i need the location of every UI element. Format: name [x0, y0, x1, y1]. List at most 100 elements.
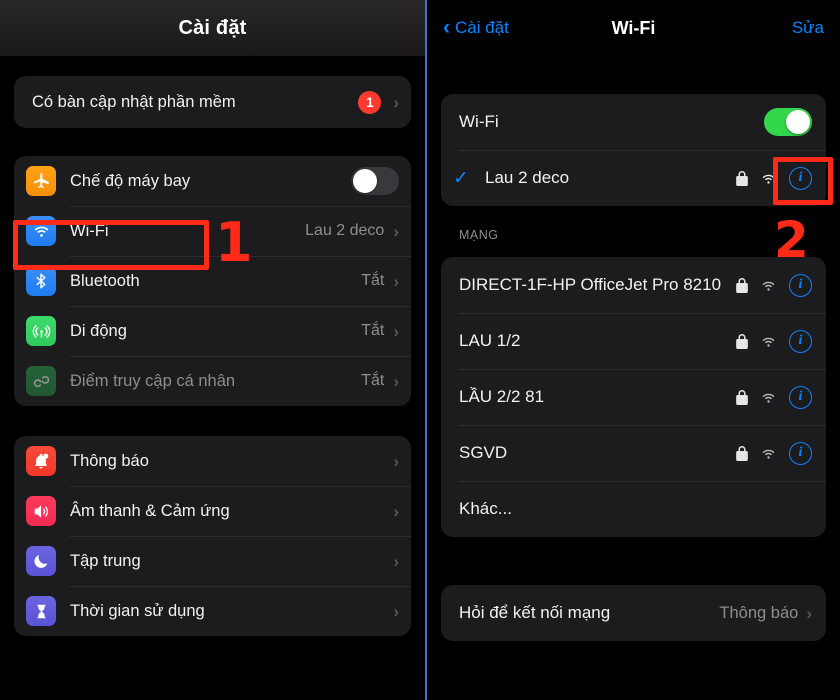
settings-row-label: Tập trung [70, 551, 141, 570]
network-info-button[interactable]: i [789, 329, 812, 353]
connected-network-name: Lau 2 deco [485, 167, 570, 187]
back-button-label: Cài đặt [455, 18, 509, 37]
toggle-knob [353, 169, 377, 193]
settings-row-label: Bluetooth [70, 271, 140, 290]
hourglass-icon [26, 596, 56, 626]
lock-icon [736, 445, 748, 461]
chevron-right-icon: › [393, 371, 399, 391]
bell-icon [26, 446, 56, 476]
network-status-icons: i [736, 441, 812, 465]
toggle-knob [786, 110, 810, 134]
available-networks-card: DIRECT-1F-HP OfficeJet Pro 8210 i LAU 1/… [441, 257, 826, 537]
network-status-icons: i [736, 385, 812, 409]
settings-row-bluetooth[interactable]: Bluetooth Tắt › [14, 256, 411, 306]
settings-row-focus[interactable]: Tập trung › [14, 536, 411, 586]
settings-row-label: Wi-Fi [70, 221, 109, 240]
lock-icon [736, 170, 748, 186]
settings-body: Có bàn cập nhật phần mềm 1 › Chế độ máy … [0, 76, 425, 636]
bluetooth-icon [26, 266, 56, 296]
settings-row-label: Có bàn cập nhật phần mềm [32, 92, 236, 111]
network-name: SGVD [459, 442, 508, 462]
settings-row-software-update[interactable]: Có bàn cập nhật phần mềm 1 › [14, 76, 411, 128]
network-name: DIRECT-1F-HP OfficeJet Pro 8210 [459, 274, 722, 294]
page-title: Cài đặt [178, 16, 247, 39]
chevron-left-icon: ‹ [443, 15, 450, 39]
network-row-other[interactable]: Khác... [441, 481, 826, 537]
cellular-icon [26, 316, 56, 346]
network-name: LAU 1/2 [459, 330, 521, 350]
wifi-toggle-label: Wi-Fi [459, 111, 499, 131]
network-status-icons: i [736, 329, 812, 353]
hotspot-icon [26, 366, 56, 396]
update-badge: 1 [358, 90, 382, 114]
settings-row-personal-hotspot[interactable]: Điểm truy cập cá nhân Tắt › [14, 356, 411, 406]
settings-row-airplane-mode[interactable]: Chế độ máy bay [14, 156, 411, 206]
network-row[interactable]: LẦU 2/2 81 i [441, 369, 826, 425]
wifi-toggle[interactable] [764, 108, 812, 136]
chevron-right-icon: › [393, 321, 399, 341]
settings-row-label: Thông báo [70, 451, 149, 470]
network-info-button[interactable]: i [789, 273, 812, 297]
back-button[interactable]: ‹ Cài đặt [443, 15, 509, 39]
network-info-button[interactable]: i [789, 441, 812, 465]
chevron-right-icon: › [393, 501, 399, 521]
connectivity-group-card: Chế độ máy bay Wi-Fi Lau 2 deco › Blueto… [14, 156, 411, 406]
wifi-panel: ‹ Cài đặt Wi-Fi Sửa Wi-Fi ✓ Lau 2 deco i… [427, 0, 840, 700]
moon-icon [26, 546, 56, 576]
wifi-icon [26, 216, 56, 246]
dual-phone-screenshot: Cài đặt Có bàn cập nhật phần mềm 1 › Chế… [0, 0, 840, 700]
software-update-card: Có bàn cập nhật phần mềm 1 › [14, 76, 411, 128]
chevron-right-icon: › [393, 221, 399, 241]
network-status-icons: i [736, 273, 812, 297]
speaker-icon [26, 496, 56, 526]
network-row[interactable]: SGVD i [441, 425, 826, 481]
wifi-header: ‹ Cài đặt Wi-Fi Sửa [427, 0, 840, 56]
wifi-signal-icon [760, 172, 777, 185]
wifi-signal-icon [760, 335, 777, 348]
network-status-icons: i [736, 166, 812, 190]
chevron-right-icon: › [806, 603, 812, 623]
network-row[interactable]: DIRECT-1F-HP OfficeJet Pro 8210 i [441, 257, 826, 313]
ask-to-join-label: Hỏi để kết nối mạng [459, 602, 611, 622]
bluetooth-state: Tắt [361, 272, 385, 289]
settings-row-label: Chế độ máy bay [70, 171, 191, 190]
checkmark-icon: ✓ [453, 167, 469, 189]
network-row[interactable]: LAU 1/2 i [441, 313, 826, 369]
network-info-button[interactable]: i [789, 385, 812, 409]
chevron-right-icon: › [393, 451, 399, 471]
settings-row-wifi[interactable]: Wi-Fi Lau 2 deco › [14, 206, 411, 256]
edit-button[interactable]: Sửa [792, 18, 824, 38]
wifi-signal-icon [760, 391, 777, 404]
lock-icon [736, 333, 748, 349]
settings-row-label: Điểm truy cập cá nhân [70, 371, 236, 390]
system-group-card: Thông báo › Âm thanh & Cảm ứng › Tập tru… [14, 436, 411, 636]
settings-row-sounds-haptics[interactable]: Âm thanh & Cảm ứng › [14, 486, 411, 536]
hotspot-state: Tắt [361, 372, 385, 389]
settings-row-screen-time[interactable]: Thời gian sử dụng › [14, 586, 411, 636]
settings-row-notifications[interactable]: Thông báo › [14, 436, 411, 486]
wifi-toggle-row[interactable]: Wi-Fi [441, 94, 826, 150]
airplane-mode-toggle[interactable] [351, 167, 399, 195]
settings-row-cellular[interactable]: Di động Tắt › [14, 306, 411, 356]
lock-icon [736, 389, 748, 405]
networks-section-label: MẠNG [459, 228, 499, 242]
network-info-button[interactable]: i [789, 166, 812, 190]
chevron-right-icon: › [393, 551, 399, 571]
connected-network-row[interactable]: ✓ Lau 2 deco i [441, 150, 826, 206]
network-name: Khác... [459, 498, 512, 518]
network-name: LẦU 2/2 81 [459, 386, 545, 406]
wifi-current-network: Lau 2 deco [305, 222, 385, 239]
wifi-status-card: Wi-Fi ✓ Lau 2 deco i [441, 94, 826, 206]
wifi-signal-icon [760, 279, 777, 292]
lock-icon [736, 277, 748, 293]
chevron-right-icon: › [393, 271, 399, 291]
chevron-right-icon: › [393, 601, 399, 621]
ask-to-join-row[interactable]: Hỏi để kết nối mạng Thông báo › [441, 585, 826, 641]
settings-panel: Cài đặt Có bàn cập nhật phần mềm 1 › Chế… [0, 0, 425, 700]
settings-row-label: Thời gian sử dụng [70, 601, 205, 620]
settings-header: Cài đặt [0, 0, 425, 56]
ask-to-join-value: Thông báo [719, 603, 799, 622]
wifi-signal-icon [760, 447, 777, 460]
wifi-body: Wi-Fi ✓ Lau 2 deco i MẠNG DIRECT-1F-HP O… [427, 94, 840, 641]
settings-row-label: Di động [70, 321, 127, 340]
